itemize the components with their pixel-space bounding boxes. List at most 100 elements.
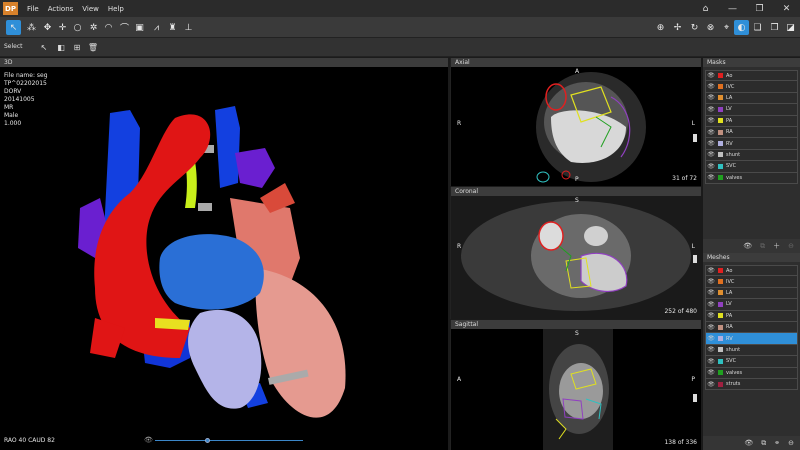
gear-icon[interactable]: ✲	[86, 20, 101, 35]
eye-icon[interactable]: 👁	[706, 117, 716, 124]
building-icon[interactable]: ♜	[165, 20, 180, 35]
color-swatch[interactable]	[718, 84, 723, 90]
eye-icon[interactable]: 👁	[706, 369, 716, 376]
color-swatch[interactable]	[718, 324, 723, 330]
home-icon[interactable]: ⌂	[692, 0, 719, 17]
list-item[interactable]: 👁 RV	[705, 333, 798, 345]
menu-help[interactable]: Help	[108, 5, 124, 13]
eye-icon[interactable]: 👁	[706, 72, 716, 79]
restore-button[interactable]: ❐	[746, 0, 773, 17]
minimize-button[interactable]: —	[719, 0, 746, 17]
eye-icon[interactable]: 👁	[706, 83, 716, 90]
list-item[interactable]: 👁 SVC	[705, 356, 798, 368]
copy-icon[interactable]: ⧉	[761, 439, 766, 448]
overlay-icon[interactable]: ◪	[783, 20, 798, 35]
color-swatch[interactable]	[718, 358, 723, 364]
list-item[interactable]: 👁 RV	[705, 138, 798, 150]
half-square-icon[interactable]: ◧	[55, 41, 67, 53]
view-axial[interactable]: Axial A R L P 31 of 72	[450, 58, 701, 186]
eye-icon[interactable]: 👁	[706, 289, 716, 296]
color-swatch[interactable]	[718, 106, 723, 112]
color-swatch[interactable]	[718, 381, 723, 387]
list-item[interactable]: 👁 LV	[705, 104, 798, 116]
color-swatch[interactable]	[718, 141, 723, 147]
target-icon[interactable]: ⊗	[703, 20, 718, 35]
menu-file[interactable]: File	[27, 5, 39, 13]
color-swatch[interactable]	[718, 129, 723, 135]
remove-icon[interactable]: ⊖	[788, 439, 794, 447]
eye-icon[interactable]: 👁	[706, 278, 716, 285]
grid-icon[interactable]: ⊞	[71, 41, 83, 53]
fit-icon[interactable]: ⌖	[719, 20, 734, 35]
add-icon[interactable]: ＋	[773, 241, 780, 251]
list-item[interactable]: 👁 shunt	[705, 344, 798, 357]
eye-icon[interactable]: 👁	[706, 381, 716, 388]
zoom-icon[interactable]: ⊕	[653, 20, 668, 35]
rotate-icon[interactable]: ↻	[687, 20, 702, 35]
list-item[interactable]: 👁 PA	[705, 115, 798, 127]
list-item[interactable]: 👁 valves	[705, 172, 798, 184]
list-item[interactable]: 👁 RA	[705, 321, 798, 334]
list-item[interactable]: 👁 LA	[705, 92, 798, 105]
eye-icon[interactable]: 👁	[706, 346, 716, 353]
list-item[interactable]: 👁 SVC	[705, 161, 798, 173]
color-swatch[interactable]	[718, 313, 723, 319]
color-swatch[interactable]	[718, 175, 723, 181]
color-swatch[interactable]	[718, 268, 723, 274]
link-icon[interactable]: ⚭	[774, 439, 780, 447]
nodes-icon[interactable]: ⁂	[24, 20, 39, 35]
color-swatch[interactable]	[718, 370, 723, 376]
eye-icon[interactable]: 👁	[706, 301, 716, 308]
color-swatch[interactable]	[718, 279, 723, 285]
select-arrow-icon[interactable]: ↖	[38, 41, 50, 53]
eye-icon[interactable]: 👁	[706, 106, 716, 113]
list-item[interactable]: 👁 Ao	[705, 70, 798, 82]
image-icon[interactable]: ▣	[132, 20, 147, 35]
eye-icon[interactable]: 👁	[706, 335, 716, 342]
eye-icon[interactable]: 👁	[706, 163, 716, 170]
waveform-icon[interactable]: ⩘	[149, 20, 164, 35]
menu-view[interactable]: View	[82, 5, 99, 13]
dome-icon[interactable]: ◠	[101, 20, 116, 35]
stamp-icon[interactable]: ⊥	[181, 20, 196, 35]
view-3d[interactable]: 3D File name: seg TP^02202015 DORV 20141…	[0, 58, 448, 450]
eye-icon[interactable]: 👁	[144, 436, 153, 444]
color-swatch[interactable]	[718, 347, 723, 353]
list-item[interactable]: 👁 LA	[705, 287, 798, 300]
color-swatch[interactable]	[718, 152, 723, 158]
layers-alt-icon[interactable]: ❐	[767, 20, 782, 35]
move-icon[interactable]: ✥	[40, 20, 55, 35]
list-item[interactable]: 👁 LV	[705, 299, 798, 311]
crosshair-icon[interactable]: ✛	[55, 20, 70, 35]
eye-icon[interactable]: 👁	[706, 140, 716, 147]
eye-icon[interactable]: 👁	[743, 242, 752, 250]
color-swatch[interactable]	[718, 73, 723, 79]
list-item[interactable]: 👁 Ao	[705, 265, 798, 277]
eye-icon[interactable]: 👁	[706, 267, 716, 274]
eye-icon[interactable]: 👁	[706, 94, 716, 101]
contrast-icon[interactable]: ◐	[734, 20, 749, 35]
pointer-icon[interactable]: ↖	[6, 20, 21, 35]
trash-icon[interactable]: 🗑	[87, 41, 99, 53]
eye-icon[interactable]: 👁	[744, 439, 753, 447]
view-coronal[interactable]: Coronal S R L 252 of 480	[450, 187, 702, 319]
list-item[interactable]: 👁 shunt	[705, 149, 798, 162]
layers-icon[interactable]: ❏	[750, 20, 765, 35]
color-swatch[interactable]	[718, 95, 723, 101]
eye-icon[interactable]: 👁	[706, 129, 716, 136]
color-swatch[interactable]	[718, 290, 723, 296]
eye-icon[interactable]: 👁	[706, 174, 716, 181]
eye-icon[interactable]: 👁	[706, 358, 716, 365]
sagittal-scroll-indicator[interactable]	[693, 394, 697, 402]
color-swatch[interactable]	[718, 163, 723, 169]
list-item[interactable]: 👁 struts	[705, 378, 798, 391]
view-sagittal[interactable]: Sagittal S A P 138 of 336	[450, 320, 701, 450]
pan-icon[interactable]: ✢	[670, 20, 685, 35]
list-item[interactable]: 👁 RA	[705, 126, 798, 139]
opacity-slider[interactable]	[155, 438, 303, 443]
close-button[interactable]: ✕	[773, 0, 800, 17]
eye-icon[interactable]: 👁	[706, 312, 716, 319]
eye-icon[interactable]: 👁	[706, 151, 716, 158]
axial-scroll-indicator[interactable]	[693, 134, 697, 142]
color-swatch[interactable]	[718, 118, 723, 124]
